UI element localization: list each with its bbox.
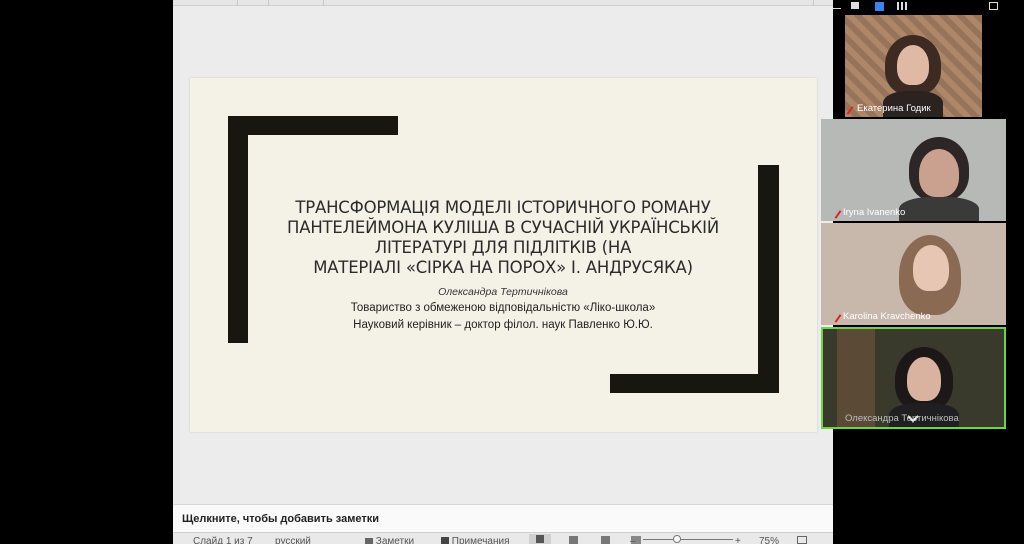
zoom-level[interactable]: 75%	[759, 536, 779, 544]
strip-view-icon[interactable]	[851, 2, 859, 9]
desktop-background-left	[0, 0, 173, 544]
participant-tile[interactable]: Karolina Kravchenko	[821, 223, 1006, 325]
zoom-slider-track[interactable]	[643, 539, 733, 540]
slide-title-line: ТРАНСФОРМАЦІЯ МОДЕЛІ ІСТОРИЧНОГО РОМАНУ	[295, 198, 711, 217]
slide-org-line: Науковий керівник – доктор філол. наук П…	[353, 319, 653, 331]
slide-title-line: ПАНТЕЛЕЙМОНА КУЛІША В СУЧАСНІЙ УКРАЇНСЬК…	[287, 218, 719, 237]
normal-view-icon	[536, 535, 544, 543]
participant-video-face	[919, 149, 959, 197]
comments-icon	[441, 537, 449, 544]
participant-video-face	[907, 357, 941, 401]
zoom-out-button[interactable]: –	[630, 536, 636, 544]
video-call-panel: Екатерина Годик Iryna Ivanenko Karolina …	[821, 0, 1024, 544]
participant-tile[interactable]: Екатерина Годик	[845, 15, 982, 117]
participant-tile[interactable]: Iryna Ivanenko	[821, 119, 1006, 221]
reading-view-icon[interactable]	[601, 536, 610, 544]
notes-placeholder: Щелкните, чтобы добавить заметки	[182, 513, 379, 525]
participant-video-face	[913, 245, 949, 291]
exit-fullscreen-icon[interactable]	[989, 2, 998, 10]
language-indicator[interactable]: русский	[275, 536, 311, 544]
muted-mic-icon	[833, 208, 843, 221]
slide-counter: Слайд 1 из 7	[193, 536, 253, 544]
zoom-slider-thumb[interactable]	[673, 535, 681, 543]
gallery-view-icon[interactable]	[897, 2, 907, 10]
slide-sorter-icon[interactable]	[569, 536, 578, 544]
minimize-icon[interactable]	[833, 8, 841, 9]
muted-mic-icon	[845, 104, 855, 117]
decor-bar-left	[228, 116, 248, 343]
slide-subtitle[interactable]: Товариство з обмеженою відповідальністю …	[278, 300, 728, 334]
participant-name: Karolina Kravchenko	[843, 311, 931, 322]
slide-editing-area[interactable]: ТРАНСФОРМАЦІЯ МОДЕЛІ ІСТОРИЧНОГО РОМАНУ …	[173, 6, 833, 504]
video-panel-toolbar	[833, 0, 1024, 12]
participant-video-body	[899, 197, 979, 221]
muted-mic-icon	[833, 312, 843, 325]
participant-video-face	[897, 45, 929, 85]
comments-toggle-label: Примечания	[451, 536, 510, 544]
notes-toggle-button[interactable]: Заметки	[365, 536, 414, 544]
normal-view-button[interactable]	[529, 534, 551, 544]
slide-canvas[interactable]: ТРАНСФОРМАЦІЯ МОДЕЛІ ІСТОРИЧНОГО РОМАНУ …	[190, 78, 817, 432]
slide-title-line: ЛІТЕРАТУРІ ДЛЯ ПІДЛІТКІВ (НА	[374, 238, 632, 257]
fit-to-window-icon[interactable]	[797, 536, 807, 544]
active-speaker-tile[interactable]: Олександра Тертичнікова	[821, 327, 1006, 429]
participant-name: Екатерина Годик	[857, 103, 931, 114]
presentation-window: ТРАНСФОРМАЦІЯ МОДЕЛІ ІСТОРИЧНОГО РОМАНУ …	[173, 0, 833, 544]
participant-name: Олександра Тертичнікова	[845, 413, 959, 424]
status-bar: Слайд 1 из 7 русский Заметки Примечания …	[173, 532, 833, 544]
comments-toggle-button[interactable]: Примечания	[441, 536, 510, 544]
slide-title[interactable]: ТРАНСФОРМАЦІЯ МОДЕЛІ ІСТОРИЧНОГО РОМАНУ …	[278, 198, 728, 278]
decor-bar-right	[758, 165, 779, 393]
slide-author[interactable]: Олександра Тертичнікова	[278, 286, 728, 298]
slide-title-line: МАТЕРІАЛІ «СІРКА НА ПОРОХ» І. АНДРУСЯКА)	[313, 258, 693, 277]
speaker-view-icon[interactable]	[875, 2, 884, 11]
decor-bar-bottom-right	[610, 374, 779, 393]
slide-org-line: Товариство з обмеженою відповідальністю …	[350, 302, 656, 314]
zoom-in-button[interactable]: +	[735, 536, 741, 544]
notes-toggle-label: Заметки	[375, 536, 415, 544]
decor-bar-top-left	[228, 116, 398, 135]
notes-icon	[365, 538, 373, 544]
participant-name: Iryna Ivanenko	[843, 207, 906, 218]
notes-pane[interactable]: Щелкните, чтобы добавить заметки	[173, 504, 833, 532]
